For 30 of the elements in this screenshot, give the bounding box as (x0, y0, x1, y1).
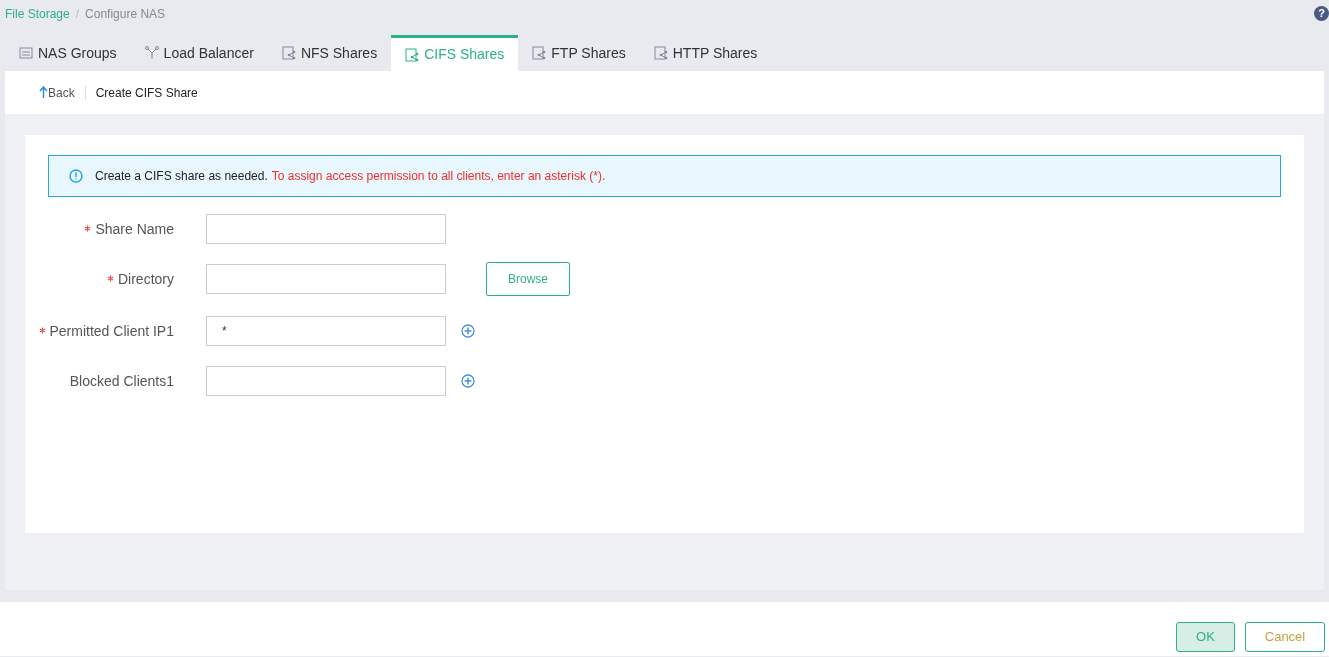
add-icon[interactable] (461, 374, 475, 388)
input-field[interactable] (206, 214, 446, 244)
input-field[interactable]: * (206, 316, 446, 346)
add-icon[interactable] (461, 324, 475, 338)
tab-icon (144, 46, 159, 60)
breadcrumb-current: Configure NAS (85, 6, 166, 23)
info-text: Create a CIFS share as needed. (95, 168, 268, 185)
tab-icon (653, 46, 668, 60)
warning-text: To assign access permission to all clients, enter an asterisk (*). (271, 168, 606, 185)
tab[interactable]: Load Balancer (130, 35, 268, 71)
field-label-text: Share Name (95, 220, 174, 237)
field-label-text: Permitted Client IP1 (49, 322, 174, 339)
breadcrumb-separator: / (75, 6, 80, 23)
tab[interactable]: FTP Shares (518, 35, 640, 71)
tab-icon (19, 46, 33, 60)
arrow-up-icon (39, 86, 48, 99)
field-label-text: Directory (118, 270, 174, 287)
info-icon (69, 169, 83, 183)
tab[interactable]: NAS Groups (5, 35, 131, 71)
input-field[interactable] (206, 264, 446, 294)
field-label-text: Blocked Clients1 (69, 372, 174, 389)
input-field[interactable] (206, 366, 446, 396)
tab-icon (281, 46, 296, 60)
back-link[interactable]: Back (39, 83, 75, 102)
tab[interactable]: NFS Shares (267, 35, 392, 71)
help-button[interactable]: ? (1314, 6, 1329, 21)
page-title: Create CIFS Share (95, 84, 198, 102)
tab[interactable]: HTTP Shares (639, 35, 772, 71)
tab-icon (532, 46, 547, 60)
tab-icon (405, 47, 420, 62)
